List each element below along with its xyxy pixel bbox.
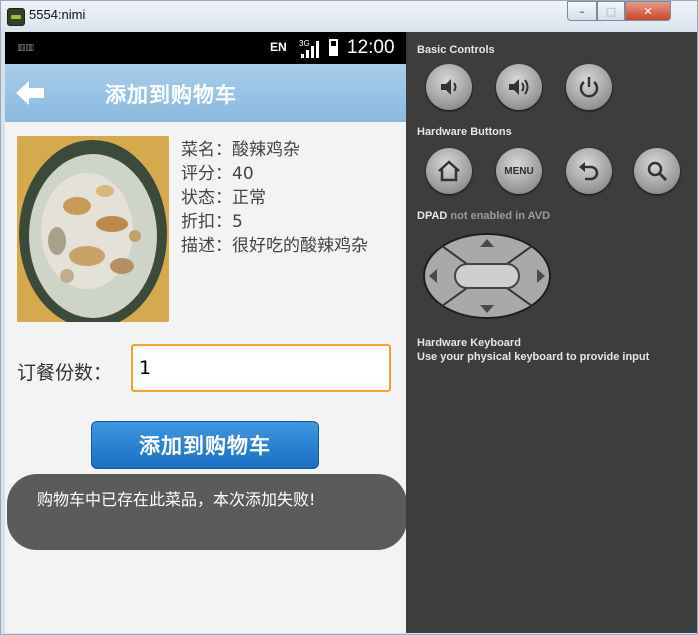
dish-info: 菜名：酸辣鸡杂 评分：40 状态：正常 折扣：5 描述：很好吃的酸辣鸡杂 [181, 138, 396, 258]
hardware-keyboard-info: Hardware Keyboard Use your physical keyb… [417, 336, 649, 364]
menu-label: MENU [504, 165, 534, 177]
keyboard-heading: Hardware Keyboard [417, 337, 521, 349]
power-icon [579, 77, 599, 98]
phone-screen: ▥▥ EN 3G 12:00 添加到购物车 菜名：酸辣鸡杂 评分：40 状态：正… [5, 32, 406, 633]
maximize-button[interactable]: □ [597, 1, 625, 21]
volume-up-icon [509, 79, 529, 95]
dish-name: 菜名：酸辣鸡杂 [181, 140, 300, 160]
back-button[interactable] [566, 148, 612, 194]
home-button[interactable] [426, 148, 472, 194]
hardware-buttons-heading: Hardware Buttons [417, 126, 512, 138]
quantity-label: 订餐份数： [17, 362, 113, 384]
dpad-control[interactable] [422, 232, 552, 320]
dish-rating: 评分：40 [181, 164, 254, 184]
signal-icon: 3G [299, 39, 319, 58]
minimize-button[interactable]: – [567, 1, 597, 21]
dish-description: 描述：很好吃的酸辣鸡杂 [181, 236, 368, 256]
toast-message: 购物车中已存在此菜品，本次添加失败! [7, 474, 406, 550]
basic-controls-heading: Basic Controls [417, 44, 495, 56]
quantity-input[interactable] [131, 344, 391, 392]
arrow-left-icon[interactable] [13, 78, 47, 108]
dish-status: 状态：正常 [181, 188, 266, 208]
menu-button[interactable]: MENU [496, 148, 542, 194]
search-button[interactable] [634, 148, 680, 194]
add-to-cart-button[interactable]: 添加到购物车 [91, 421, 319, 469]
dish-discount: 折扣：5 [181, 212, 243, 232]
android-app-icon [7, 8, 25, 26]
volume-up-button[interactable] [496, 64, 542, 110]
action-bar: 添加到购物车 [5, 64, 406, 122]
dpad-heading: DPAD not enabled in AVD [417, 210, 550, 222]
power-button[interactable] [566, 64, 612, 110]
dish-photo [17, 136, 169, 322]
clock: 12:00 [347, 37, 395, 58]
emulator-controls-panel: Basic Controls Hardware Buttons MENU DPA… [406, 32, 697, 633]
status-bar: ▥▥ EN 3G 12:00 [5, 32, 406, 64]
volume-down-button[interactable] [426, 64, 472, 110]
battery-icon [329, 39, 338, 56]
dpad-title: DPAD [417, 210, 448, 222]
dpad-note: not enabled in AVD [450, 210, 551, 222]
svg-text:3G: 3G [299, 39, 310, 48]
search-icon [647, 161, 668, 182]
title-bar[interactable]: 5554:nimi – □ ✕ [1, 1, 697, 31]
language-indicator: EN [270, 40, 287, 54]
emulator-window: 5554:nimi – □ ✕ ▥▥ EN 3G 12:00 添加到购物车 菜名… [0, 0, 698, 635]
undo-arrow-icon [579, 162, 599, 181]
close-button[interactable]: ✕ [625, 1, 671, 21]
home-icon [438, 160, 460, 182]
notification-icon: ▥▥ [17, 43, 35, 53]
volume-down-icon [441, 79, 457, 95]
keyboard-note: Use your physical keyboard to provide in… [417, 351, 650, 363]
page-title: 添加到购物车 [105, 83, 237, 107]
window-title: 5554:nimi [29, 7, 86, 22]
